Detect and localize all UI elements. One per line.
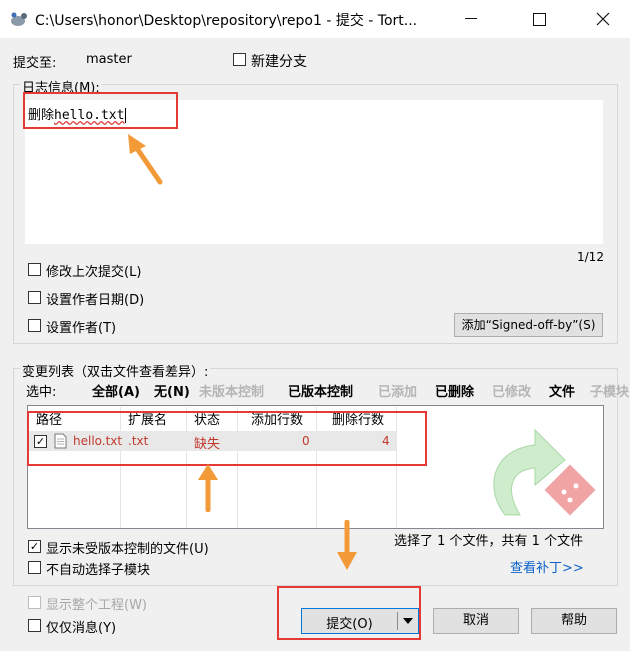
- tortoisegit-icon: [11, 12, 27, 26]
- changes-group-label: 变更列表（双击文件查看差异）:: [20, 361, 211, 380]
- new-branch-checkbox[interactable]: [233, 53, 246, 66]
- filter-none[interactable]: 无(N): [154, 381, 190, 400]
- amend-label: 修改上次提交(L): [46, 265, 142, 280]
- annotation-box-message: [23, 92, 178, 129]
- maximize-button[interactable]: [516, 0, 562, 38]
- annotation-box-file: [27, 411, 427, 466]
- annotation-arrow-icon: [337, 520, 357, 570]
- cancel-button[interactable]: 取消: [433, 608, 519, 634]
- minimize-button[interactable]: [448, 0, 494, 38]
- selection-summary: 选择了 1 个文件，共有 1 个文件: [394, 534, 584, 549]
- maximize-icon: [532, 13, 546, 26]
- message-counter: 1/12: [577, 250, 604, 264]
- tortoisegit-watermark-icon: [493, 428, 596, 516]
- set-author-checkbox[interactable]: [28, 319, 41, 332]
- show-whole-project-checkbox[interactable]: [28, 596, 41, 609]
- no-autoselect-submodules-label: 不自动选择子模块: [46, 563, 151, 578]
- window-title: C:\Users\honor\Desktop\repository\repo1 …: [35, 13, 418, 29]
- message-only-checkbox[interactable]: [28, 619, 41, 632]
- set-author-date-checkbox[interactable]: [28, 291, 41, 304]
- close-button[interactable]: [580, 0, 626, 38]
- show-unversioned-checkbox[interactable]: ✓: [28, 540, 41, 553]
- view-patch-link[interactable]: 查看补丁>>: [510, 557, 584, 576]
- select-label: 选中:: [26, 385, 57, 400]
- close-icon: [596, 12, 610, 26]
- filter-modified[interactable]: 已修改: [492, 381, 531, 400]
- show-unversioned-label: 显示未受版本控制的文件(U): [46, 542, 209, 557]
- minimize-icon: [465, 18, 477, 19]
- set-author-label: 设置作者(T): [46, 321, 117, 336]
- add-signed-off-button[interactable]: 添加“Signed-off-by”(S): [454, 313, 603, 337]
- filter-submodules[interactable]: 子模块: [590, 381, 629, 400]
- new-branch-label: 新建分支: [251, 54, 307, 70]
- help-button[interactable]: 帮助: [531, 608, 617, 634]
- message-only-label: 仅仅消息(Y): [46, 621, 117, 636]
- commit-to-label: 提交至:: [13, 56, 57, 71]
- no-autoselect-submodules-checkbox[interactable]: [28, 561, 41, 574]
- annotation-arrow-icon: [128, 134, 163, 185]
- filter-all[interactable]: 全部(A): [92, 381, 140, 400]
- filter-unversioned[interactable]: 未版本控制: [199, 381, 264, 400]
- set-author-date-label: 设置作者日期(D): [46, 293, 145, 308]
- amend-checkbox[interactable]: [28, 263, 41, 276]
- filter-deleted[interactable]: 已删除: [435, 381, 474, 400]
- filter-added[interactable]: 已添加: [378, 381, 417, 400]
- annotation-arrow-icon: [198, 464, 218, 512]
- filter-versioned[interactable]: 已版本控制: [288, 381, 353, 400]
- show-whole-project-label: 显示整个工程(W): [46, 598, 147, 613]
- branch-name: master: [86, 52, 132, 67]
- filter-files[interactable]: 文件: [549, 381, 575, 400]
- annotation-box-commit: [277, 586, 421, 640]
